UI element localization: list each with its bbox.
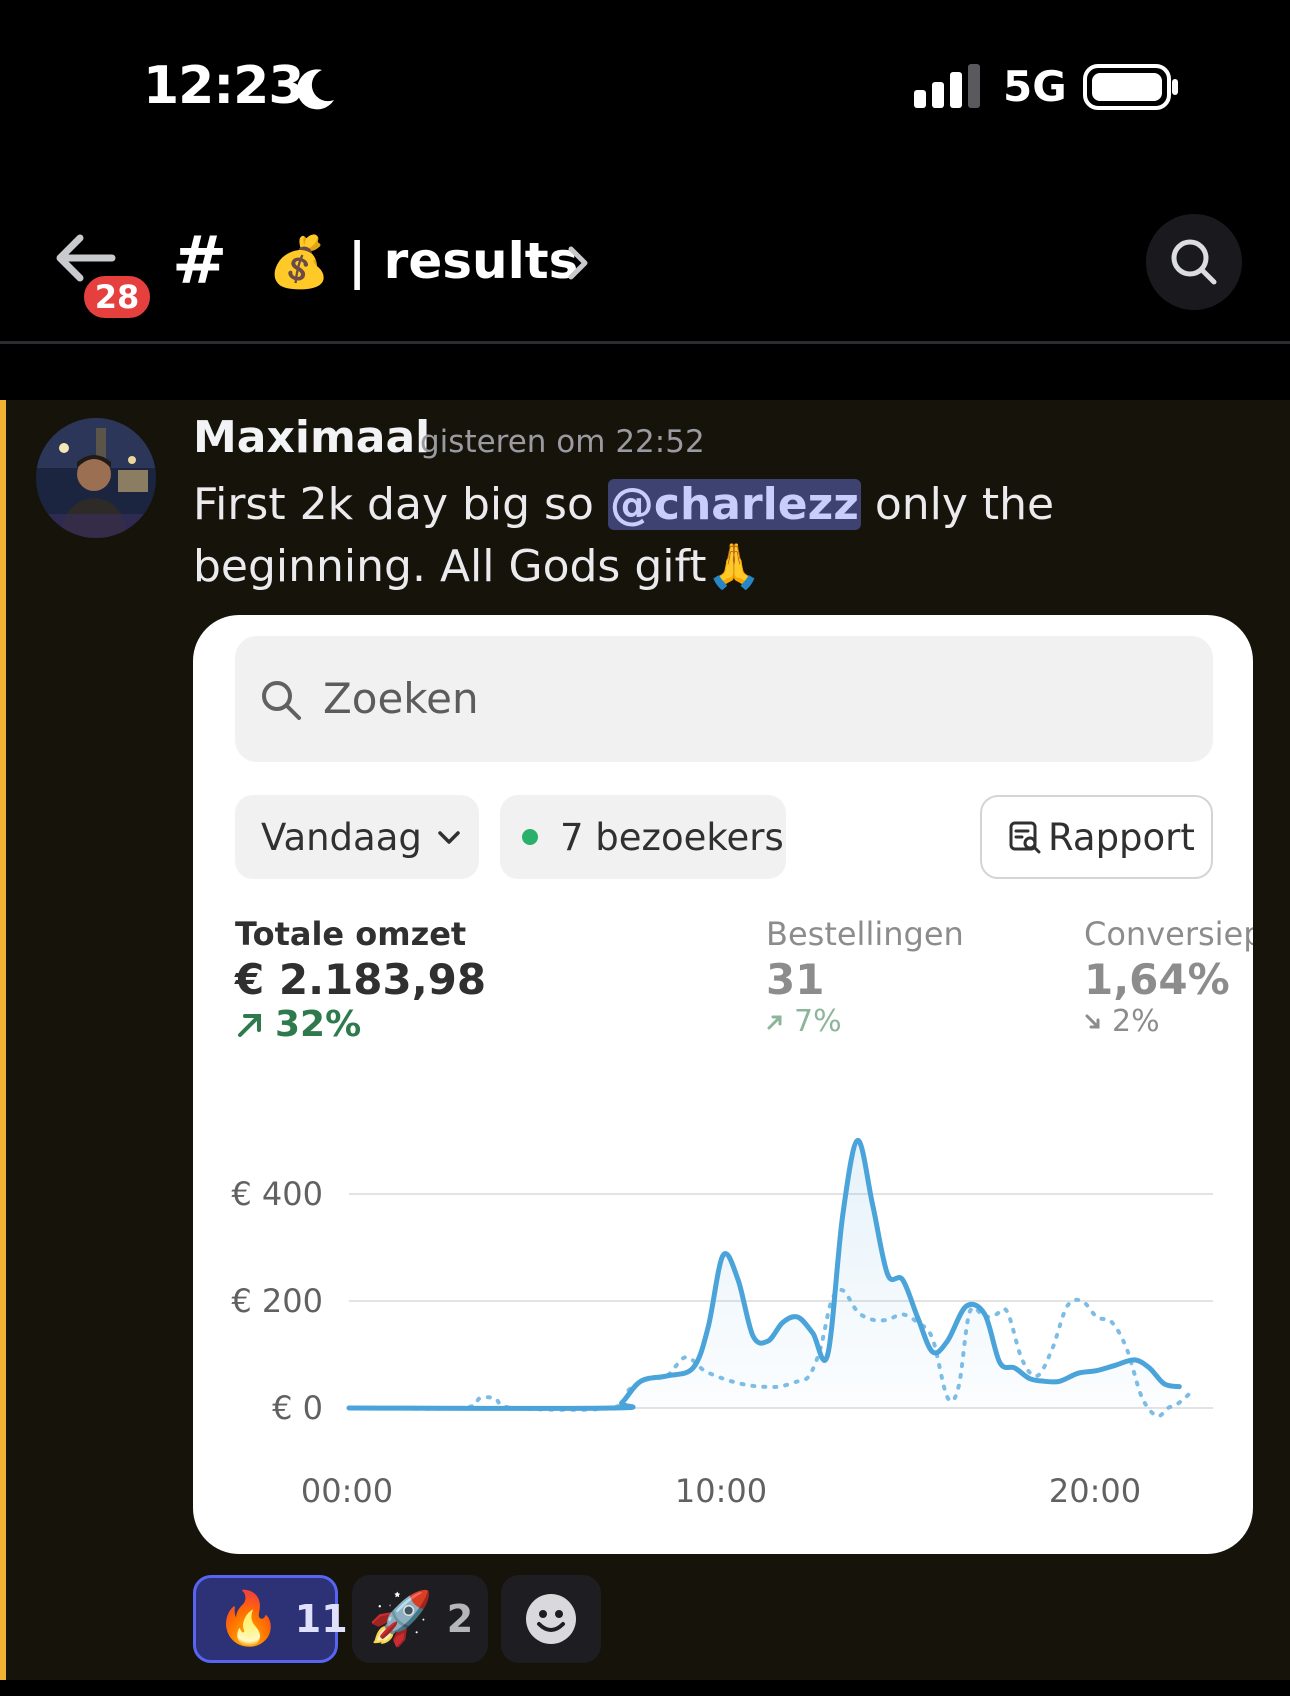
metric-conversion-delta: 2%	[1112, 1004, 1160, 1039]
metric-conversion-label: Conversiep	[1084, 915, 1253, 953]
metric-orders-value: 31	[766, 955, 825, 1004]
avatar[interactable]	[36, 418, 156, 538]
series-area	[349, 1140, 1180, 1409]
live-dot-icon	[522, 829, 538, 845]
status-time: 12:23	[143, 56, 305, 116]
search-button[interactable]	[1146, 214, 1242, 310]
message-content: First 2k day big so @charlezz only the b…	[193, 474, 1263, 598]
search-placeholder: Zoeken	[323, 674, 479, 723]
arrow-up-right-icon	[767, 1015, 782, 1029]
arrow-up-right-icon	[238, 1013, 261, 1037]
search-icon	[262, 681, 301, 720]
reaction-fire-count: 11	[294, 1597, 348, 1641]
battery-icon	[1083, 64, 1178, 110]
x-tick-label: 00:00	[301, 1472, 393, 1510]
metric-orders[interactable]: Bestellingen 31 7%	[766, 915, 964, 1039]
y-tick-label: € 0	[272, 1389, 323, 1427]
x-tick-label: 10:00	[675, 1472, 767, 1510]
unread-badge: 28	[80, 272, 154, 322]
message-text: First 2k day big so	[193, 479, 608, 530]
image-attachment[interactable]: Zoeken Vandaag 7 bezoekers Rapport Total…	[193, 615, 1253, 1554]
cellular-signal-icon	[914, 64, 980, 108]
message-author[interactable]: Maximaal	[193, 412, 430, 463]
visitors-count: 7 bezoekers	[560, 815, 784, 859]
reaction-fire[interactable]: 🔥 11	[193, 1575, 348, 1663]
message-timestamp: gisteren om 22:52	[420, 424, 705, 460]
report-icon	[1009, 821, 1041, 854]
date-filter-dropdown[interactable]: Vandaag	[235, 795, 479, 879]
metric-orders-delta: 7%	[794, 1004, 842, 1039]
chevron-down-icon	[438, 831, 460, 844]
fire-emoji: 🔥	[216, 1589, 281, 1649]
x-tick-label: 20:00	[1049, 1472, 1141, 1510]
metric-revenue-label: Totale omzet	[235, 915, 467, 953]
add-reaction-button[interactable]	[501, 1575, 601, 1663]
channel-title[interactable]: | results	[348, 228, 578, 294]
money-bag-emoji: 💰	[268, 233, 331, 291]
metric-revenue-value: € 2.183,98	[235, 955, 487, 1004]
visitors-pill[interactable]: 7 bezoekers	[500, 795, 786, 879]
search-icon	[1171, 239, 1217, 285]
network-type: 5G	[1003, 62, 1067, 111]
moon-icon	[297, 69, 334, 110]
metric-orders-label: Bestellingen	[766, 915, 964, 953]
y-tick-label: € 200	[231, 1282, 323, 1320]
reaction-rocket[interactable]: 🚀 2	[352, 1575, 488, 1663]
channel-hash-icon: #	[172, 222, 228, 299]
chevron-right-icon[interactable]	[566, 244, 590, 282]
metric-conversion[interactable]: Conversiep 1,64% 2%	[1084, 915, 1253, 1039]
rocket-emoji: 🚀	[368, 1589, 433, 1649]
sales-chart: € 400 € 200 € 0 00:00 10:00 20:00	[231, 1137, 1213, 1510]
reaction-rocket-count: 2	[446, 1597, 474, 1641]
metric-conversion-value: 1,64%	[1084, 955, 1230, 1004]
y-tick-label: € 400	[231, 1175, 323, 1213]
report-label: Rapport	[1048, 815, 1195, 859]
date-filter-label: Vandaag	[261, 815, 422, 859]
arrow-down-right-icon	[1085, 1014, 1100, 1028]
report-button[interactable]: Rapport	[980, 795, 1213, 879]
metric-revenue-delta: 32%	[275, 1004, 362, 1045]
metric-revenue[interactable]: Totale omzet € 2.183,98 32%	[235, 915, 486, 1045]
add-reaction-icon	[526, 1594, 576, 1644]
mention-highlight-bar	[0, 400, 6, 1680]
search-bar[interactable]: Zoeken	[235, 636, 1213, 762]
header-divider	[0, 341, 1290, 344]
user-mention[interactable]: @charlezz	[607, 479, 861, 530]
